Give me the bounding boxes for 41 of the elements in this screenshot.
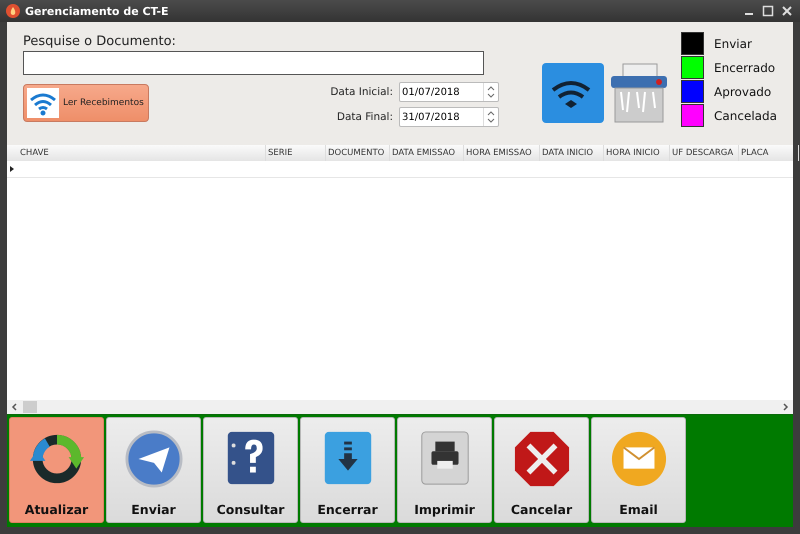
scroll-left-icon[interactable] [11,403,19,411]
column-header[interactable]: PLACA [739,145,799,161]
action-button[interactable]: Cancelar [494,417,589,523]
date-label: Data Final: [336,111,394,123]
wifi-folder-icon[interactable] [541,62,606,124]
date-field[interactable]: 01/07/2018 [399,82,500,102]
column-header[interactable]: HORA INICIO [604,145,670,161]
action-button[interactable]: Atualizar [9,417,104,523]
column-header[interactable]: DOCUMENTO [326,145,390,161]
column-header[interactable]: HORA EMISSAO [464,145,540,161]
column-header[interactable]: CHAVE [18,145,266,161]
flame-icon [6,4,20,18]
scroll-right-icon[interactable] [781,403,789,411]
action-button[interactable]: Consultar [203,417,298,523]
action-button[interactable]: Imprimir [397,417,492,523]
read-receipts-button[interactable]: Ler Recebimentos [23,84,149,122]
date-field[interactable]: 31/07/2018 [399,107,500,127]
action-button[interactable]: Enviar [106,417,201,523]
column-header[interactable]: SERIE [266,145,326,161]
column-header[interactable]: DATA INICIO [540,145,604,161]
action-button[interactable]: Encerrar [300,417,395,523]
date-label: Data Inicial: [330,86,394,98]
horizontal-scrollbar[interactable] [7,400,793,414]
status-label: Enviar [714,36,752,50]
close-icon[interactable] [780,4,794,18]
column-header[interactable]: DATA EMISSAO [390,145,464,161]
search-field[interactable] [23,51,484,75]
maximize-icon[interactable] [761,4,775,18]
column-header[interactable]: UF DESCARGA [670,145,739,161]
wifi-icon [27,88,59,118]
shredder-icon[interactable] [609,62,670,124]
status-label: Encerrado [714,60,776,74]
status-label: Cancelada [714,108,777,122]
paper-plane-icon [124,430,182,488]
stop-cross-icon [512,430,570,488]
search-label: Pesquise o Documento: [23,34,177,49]
window-title: Gerenciamento de CT-E [25,4,170,18]
scroll-thumb[interactable] [23,401,37,413]
status-label: Aprovado [714,84,772,98]
envelope-icon [610,430,668,488]
action-button[interactable]: Email [591,417,686,523]
